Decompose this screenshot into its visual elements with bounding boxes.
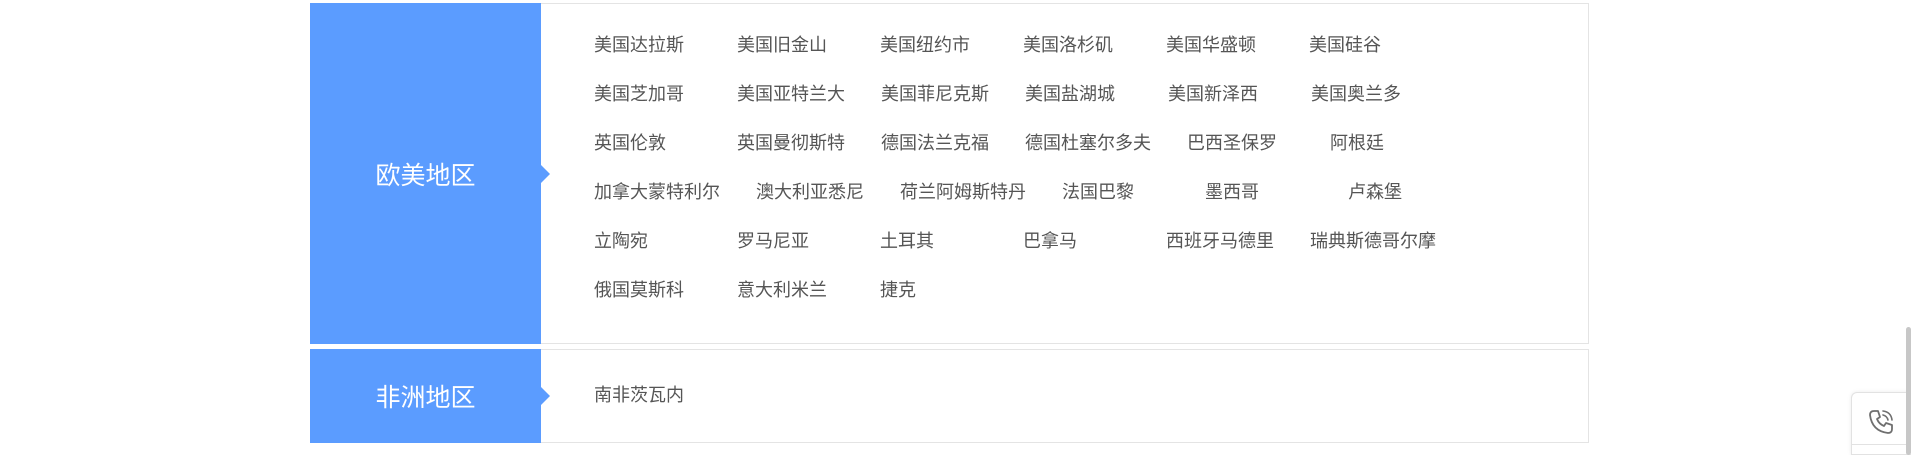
city-link[interactable]: 捷克: [880, 278, 1023, 327]
city-link[interactable]: 墨西哥: [1205, 180, 1348, 229]
region-title: 欧美地区: [375, 160, 476, 190]
city-link[interactable]: 德国杜塞尔多夫: [1025, 131, 1187, 180]
phone-icon[interactable]: [1866, 407, 1896, 437]
city-link[interactable]: 美国纽约市: [880, 33, 1023, 82]
city-link[interactable]: 美国亚特兰大: [737, 82, 881, 131]
city-link[interactable]: 瑞典斯德哥尔摩: [1310, 229, 1472, 278]
page-scrollbar[interactable]: [1906, 327, 1911, 455]
city-link[interactable]: 美国达拉斯: [594, 33, 737, 82]
city-link[interactable]: 德国法兰克福: [881, 131, 1025, 180]
city-link[interactable]: 美国盐湖城: [1025, 82, 1168, 131]
city-link[interactable]: 澳大利亚悉尼: [756, 180, 900, 229]
city-link[interactable]: 西班牙马德里: [1166, 229, 1310, 278]
city-link[interactable]: 意大利米兰: [737, 278, 880, 327]
city-link[interactable]: 美国芝加哥: [594, 82, 737, 131]
city-link[interactable]: 英国曼彻斯特: [737, 131, 881, 180]
city-link[interactable]: 英国伦敦: [594, 131, 737, 180]
region-europe-america: 欧美地区 美国达拉斯 美国旧金山 美国纽约市 美国洛杉矶 美国华盛顿 美国硅谷 美国芝加哥美…: [310, 3, 1589, 344]
city-link[interactable]: 美国旧金山: [737, 33, 880, 82]
widget-divider: [1852, 444, 1911, 445]
city-link[interactable]: 加拿大蒙特利尔: [594, 180, 756, 229]
city-link[interactable]: 美国奥兰多: [1311, 82, 1454, 131]
city-link[interactable]: 巴拿马: [1023, 229, 1166, 278]
city-list: 南非茨瓦内: [594, 383, 1568, 432]
region-title: 非洲地区: [375, 383, 476, 412]
city-link[interactable]: 美国新泽西: [1168, 82, 1311, 131]
city-link[interactable]: 土耳其: [880, 229, 1023, 278]
arrow-right-icon: [541, 164, 550, 183]
contact-widget[interactable]: [1851, 392, 1911, 455]
city-link[interactable]: 荷兰阿姆斯特丹: [900, 180, 1062, 229]
region-africa: 非洲地区 南非茨瓦内: [310, 349, 1589, 443]
city-link[interactable]: 俄国莫斯科: [594, 278, 737, 327]
city-link[interactable]: 巴西圣保罗: [1187, 131, 1330, 180]
page: 欧美地区 美国达拉斯 美国旧金山 美国纽约市 美国洛杉矶 美国华盛顿 美国硅谷 美国芝加哥美…: [0, 0, 1911, 455]
region-label-africa: 非洲地区: [310, 349, 550, 443]
city-link[interactable]: 卢森堡: [1348, 180, 1491, 229]
city-link[interactable]: 法国巴黎: [1062, 180, 1205, 229]
city-link[interactable]: 美国菲尼克斯: [881, 82, 1025, 131]
arrow-right-icon: [541, 387, 550, 405]
region-label-europe-america: 欧美地区: [310, 3, 550, 344]
city-link[interactable]: 阿根廷: [1330, 131, 1473, 180]
city-link[interactable]: 美国洛杉矶: [1023, 33, 1166, 82]
city-link[interactable]: 美国华盛顿: [1166, 33, 1309, 82]
city-link[interactable]: 罗马尼亚: [737, 229, 880, 278]
city-link[interactable]: 南非茨瓦内: [594, 383, 737, 432]
city-link[interactable]: 美国硅谷: [1309, 33, 1452, 82]
city-link[interactable]: 立陶宛: [594, 229, 737, 278]
city-list: 美国达拉斯 美国旧金山 美国纽约市 美国洛杉矶 美国华盛顿 美国硅谷美国芝加哥 美国亚特兰大…: [594, 33, 1568, 327]
